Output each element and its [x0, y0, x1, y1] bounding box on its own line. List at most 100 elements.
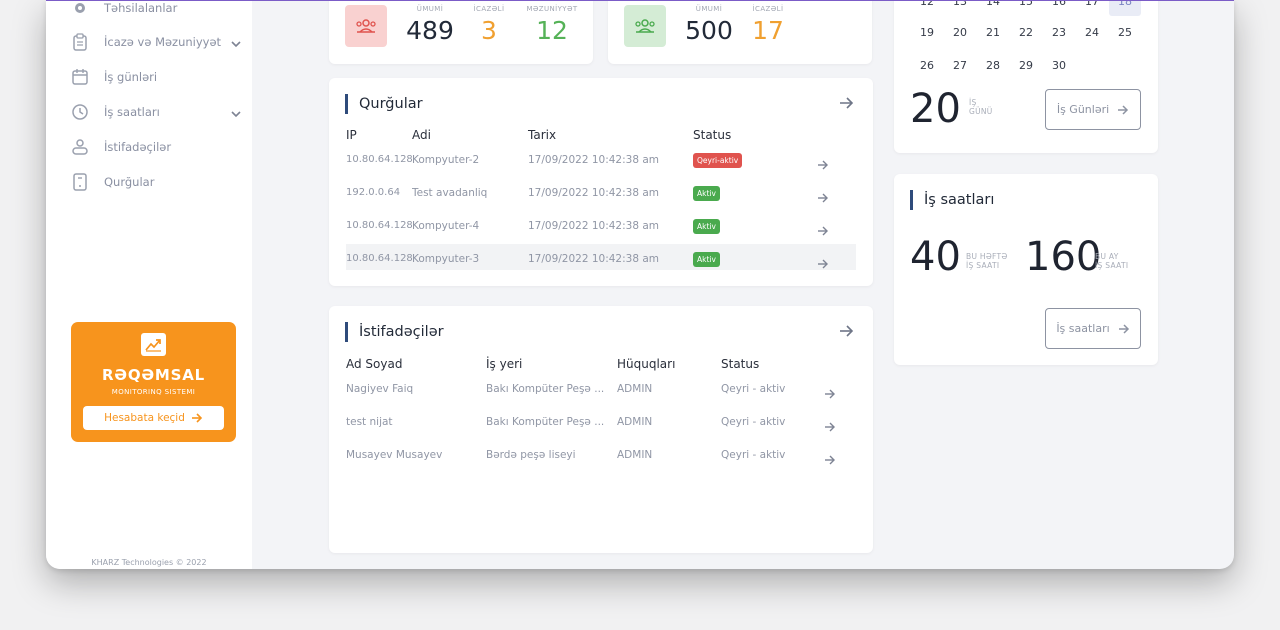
calendar-day[interactable]: 20 [947, 26, 973, 39]
user-status: Qeyri - aktiv [721, 416, 786, 428]
report-link-button[interactable]: Hesabata keçid [83, 406, 224, 430]
status-badge: Qeyri-aktiv [693, 153, 743, 168]
device-ip: 192.0.0.64 [346, 187, 401, 198]
arrow-right-icon[interactable] [817, 254, 829, 273]
sidebar-item-leave[interactable]: İcazə və Məzuniyyət [70, 30, 246, 54]
users-group-icon [345, 5, 387, 47]
chevron-down-icon[interactable] [230, 35, 242, 54]
arrow-right-icon [1118, 104, 1129, 115]
column-header-workplace: İş yeri [486, 357, 523, 371]
calendar-day[interactable]: 21 [980, 26, 1006, 39]
device-name: Kompyuter-2 [412, 154, 480, 166]
column-header-name: Adi [412, 128, 431, 142]
sidebar-item-users[interactable]: İstifadəçilər [70, 135, 246, 159]
users-title: İstifadəçilər [345, 322, 444, 342]
stat-value-permitted: 3 [481, 16, 497, 45]
device-date: 17/09/2022 10:42:38 am [528, 187, 660, 199]
calendar-card: 12 13 14 15 16 17 18 19 20 21 22 23 24 25 26 27 28 29 30 2… [894, 1, 1158, 153]
user-rights: ADMIN [617, 449, 653, 461]
calendar-day[interactable]: 15 [1013, 1, 1039, 8]
column-header-fullname: Ad Soyad [346, 357, 403, 371]
sidebar-item-label: Təhsilalanlar [104, 1, 178, 15]
table-row[interactable]: Musayev Musayev Bərdə peşə liseyi ADMIN Qey… [329, 449, 873, 465]
sidebar-item-label: İş saatları [104, 105, 160, 119]
stat-card-students: ÜMUMİ İCAZƏLİ MƏZUNİYYƏT 489 3 12 [329, 1, 593, 64]
calendar-day[interactable]: 18 [1109, 1, 1141, 16]
calendar-day[interactable]: 13 [947, 1, 973, 8]
user-status: Qeyri - aktiv [721, 383, 786, 395]
column-header-date: Tarix [528, 128, 557, 142]
user-rights: ADMIN [617, 416, 653, 428]
calendar-day[interactable]: 28 [980, 59, 1006, 72]
table-row[interactable]: 10.80.64.128 Kompyuter-3 17/09/2022 10:42:… [329, 252, 873, 269]
user-name: Nagiyev Faiq [346, 383, 414, 395]
calendar-day[interactable]: 23 [1046, 26, 1072, 39]
column-header-rights: Hüquqları [617, 357, 676, 371]
stat-label-vacation: MƏZUNİYYƏT [526, 5, 578, 13]
calendar-day[interactable]: 12 [914, 1, 940, 8]
device-name: Kompyuter-4 [412, 220, 480, 232]
stat-value-vacation: 12 [536, 16, 568, 45]
calendar-day[interactable]: 19 [914, 26, 940, 39]
table-row[interactable]: test nijat Bakı Kompüter Peşə ... ADMIN Qey… [329, 416, 873, 432]
work-hours-button-label: İş saatları [1056, 322, 1110, 335]
month-hours-value: 160 [1025, 234, 1102, 280]
calendar-day[interactable]: 29 [1013, 59, 1039, 72]
clock-icon [70, 102, 90, 122]
calendar-day[interactable]: 30 [1046, 59, 1072, 72]
calendar-icon [70, 67, 90, 87]
week-hours-value: 40 [910, 234, 961, 280]
device-icon [70, 172, 90, 192]
work-hours-card: İş saatları 40 BU HƏFTƏ İŞ SAATI 160 BU … [894, 174, 1158, 365]
table-row[interactable]: 10.80.64.128 Kompyuter-4 17/09/2022 10:42:… [329, 219, 873, 236]
week-hours-caption: BU HƏFTƏ İŞ SAATI [966, 252, 1008, 270]
footer-copyright: KHARZ Technologies © 2022 [91, 558, 207, 567]
sidebar: Təhsilalanlar İcazə və Məzuniyyət İş gün… [46, 1, 252, 569]
calendar-day[interactable]: 17 [1079, 1, 1105, 8]
device-name: Test avadanliq [412, 187, 488, 199]
users-group-icon [624, 5, 666, 47]
device-name: Kompyuter-3 [412, 253, 480, 265]
calendar-day[interactable]: 26 [914, 59, 940, 72]
sidebar-item-label: İstifadəçilər [104, 140, 172, 154]
sidebar-item-students[interactable]: Təhsilalanlar [70, 1, 246, 20]
clipboard-icon [70, 32, 90, 52]
arrow-right-icon[interactable] [824, 450, 836, 469]
gear-icon [70, 1, 90, 18]
arrow-right-icon[interactable] [817, 188, 829, 207]
arrow-right-icon[interactable] [838, 323, 854, 339]
work-days-count: 20 [910, 86, 961, 132]
column-header-status: Status [721, 357, 760, 371]
table-row[interactable]: 10.80.64.128 Kompyuter-2 17/09/2022 10:42:… [329, 153, 873, 170]
work-hours-button[interactable]: İş saatları [1045, 308, 1141, 349]
calendar-day[interactable]: 22 [1013, 26, 1039, 39]
device-date: 17/09/2022 10:42:38 am [528, 154, 660, 166]
work-days-button[interactable]: İş Günləri [1045, 89, 1141, 130]
device-ip: 10.80.64.128 [346, 253, 413, 264]
user-workplace: Bakı Kompüter Peşə ... [486, 383, 605, 395]
sidebar-item-devices[interactable]: Qurğular [70, 170, 246, 194]
calendar-day[interactable]: 25 [1112, 26, 1138, 39]
chevron-down-icon[interactable] [230, 105, 242, 124]
calendar-day[interactable]: 16 [1046, 1, 1072, 8]
sidebar-item-workdays[interactable]: İş günləri [70, 65, 246, 89]
arrow-right-icon[interactable] [824, 417, 836, 436]
arrow-right-icon[interactable] [838, 95, 854, 111]
status-badge: Aktiv [693, 186, 720, 201]
table-row[interactable]: Nagiyev Faiq Bakı Kompüter Peşə ... ADMIN Q… [329, 383, 873, 399]
chart-logo-icon [141, 333, 166, 356]
table-row[interactable]: 192.0.0.64 Test avadanliq 17/09/2022 10:42… [329, 186, 873, 203]
arrow-right-icon[interactable] [817, 155, 829, 174]
sidebar-item-workhours[interactable]: İş saatları [70, 100, 246, 124]
arrow-right-icon [1118, 323, 1129, 334]
user-name: Musayev Musayev [346, 449, 443, 461]
arrow-right-icon[interactable] [817, 221, 829, 240]
arrow-right-icon[interactable] [824, 384, 836, 403]
user-workplace: Bərdə peşə liseyi [486, 449, 576, 461]
calendar-day[interactable]: 14 [980, 1, 1006, 8]
calendar-day[interactable]: 27 [947, 59, 973, 72]
stat-value-total: 489 [406, 16, 454, 45]
calendar-day[interactable]: 24 [1079, 26, 1105, 39]
work-days-button-label: İş Günləri [1056, 103, 1110, 116]
work-days-caption: İŞ GÜNÜ [969, 98, 993, 116]
